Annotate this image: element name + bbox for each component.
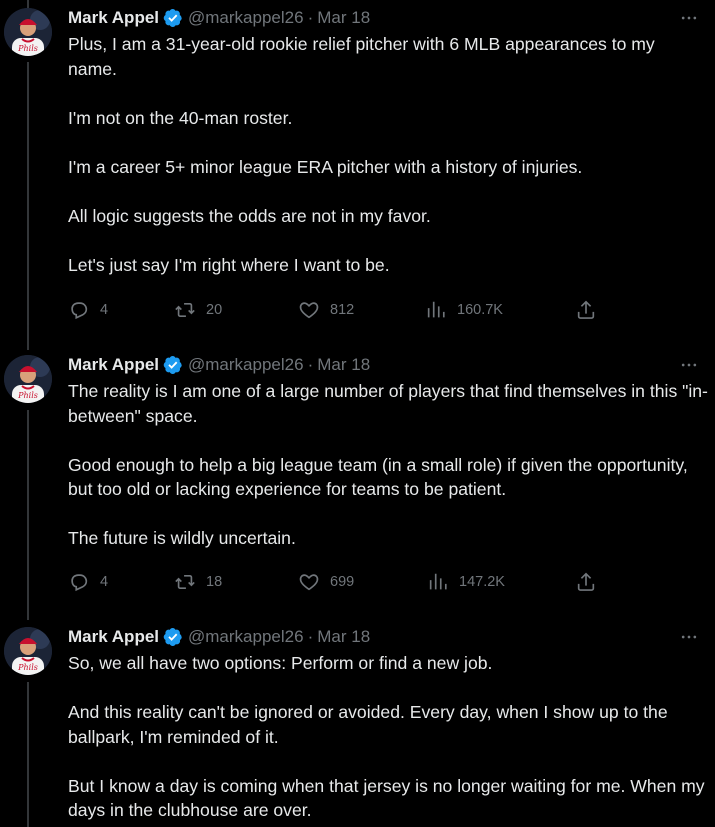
svg-text:Phils: Phils xyxy=(17,391,38,400)
action-bar: 4 20 812 160.7K xyxy=(68,298,608,322)
tweet-date[interactable]: Mar 18 xyxy=(317,8,370,28)
more-dots-icon[interactable] xyxy=(677,353,701,377)
author-handle[interactable]: @markappel26 xyxy=(188,8,304,28)
reply-icon xyxy=(71,574,88,592)
tweet-paragraph: The reality is I am one of a large numbe… xyxy=(68,381,708,426)
retweet-count: 18 xyxy=(206,574,223,590)
tweet-paragraph: Let's just say I'm right where I want to… xyxy=(68,254,390,275)
retweet-icon xyxy=(175,302,195,318)
tweet-text: Plus, I am a 31-year-old rookie relief p… xyxy=(68,32,708,277)
tweet[interactable]: Phils Mark Appel @markappel26 · Mar 18 S… xyxy=(0,627,715,827)
verified-badge-icon xyxy=(163,8,183,28)
reply-button[interactable]: 4 xyxy=(68,298,108,322)
retweet-button[interactable]: 18 xyxy=(174,570,222,594)
views-button[interactable]: 160.7K xyxy=(425,298,503,322)
reply-count: 4 xyxy=(100,574,109,590)
author-name[interactable]: Mark Appel xyxy=(68,8,159,28)
verified-badge-icon xyxy=(163,355,183,375)
tweet-header: Mark Appel @markappel26 · Mar 18 xyxy=(68,353,701,377)
author-name[interactable]: Mark Appel xyxy=(68,627,159,647)
tweet-paragraph: I'm a career 5+ minor league ERA pitcher… xyxy=(68,156,583,177)
tweet-paragraph: All logic suggests the odds are not in m… xyxy=(68,205,431,226)
retweet-button[interactable]: 20 xyxy=(174,298,222,322)
tweet-paragraph: The future is wildly uncertain. xyxy=(68,528,296,548)
like-button[interactable]: 699 xyxy=(298,570,354,594)
tweet-header: Mark Appel @markappel26 · Mar 18 xyxy=(68,6,701,30)
tweet-paragraph: I'm not on the 40-man roster. xyxy=(68,107,293,128)
heart-icon xyxy=(299,302,319,319)
author-handle[interactable]: @markappel26 xyxy=(188,627,304,647)
tweet-paragraph: Plus, I am a 31-year-old rookie relief p… xyxy=(68,34,655,79)
views-bar-chart-icon xyxy=(427,301,445,318)
svg-text:Phils: Phils xyxy=(17,44,38,53)
reply-count: 4 xyxy=(100,302,109,318)
tweet-date[interactable]: Mar 18 xyxy=(317,355,370,375)
heart-icon xyxy=(299,574,319,591)
retweet-icon xyxy=(175,574,195,590)
reply-icon xyxy=(71,302,88,320)
views-bar-chart-icon xyxy=(429,573,447,590)
retweet-count: 20 xyxy=(206,302,223,318)
more-dots-icon[interactable] xyxy=(677,6,701,30)
share-icon xyxy=(577,300,595,319)
views-button[interactable]: 147.2K xyxy=(427,570,505,594)
tweet-paragraph: And this reality can't be ignored or avo… xyxy=(68,702,668,747)
share-icon xyxy=(577,572,595,591)
tweet-paragraph: So, we all have two options: Perform or … xyxy=(68,653,493,673)
share-button[interactable] xyxy=(575,298,597,322)
avatar[interactable]: Phils xyxy=(4,355,52,403)
tweet-paragraph: Good enough to help a big league team (i… xyxy=(68,454,688,500)
separator-dot: · xyxy=(307,627,314,646)
tweet-text: So, we all have two options: Perform or … xyxy=(68,651,708,823)
svg-text:Phils: Phils xyxy=(17,663,38,672)
like-count: 699 xyxy=(330,574,355,590)
author-handle[interactable]: @markappel26 xyxy=(188,355,304,375)
view-count: 160.7K xyxy=(457,302,503,318)
tweet[interactable]: Phils Mark Appel @markappel26 · Mar 18 T… xyxy=(0,355,715,600)
share-button[interactable] xyxy=(575,570,597,594)
like-button[interactable]: 812 xyxy=(298,298,354,322)
view-count: 147.2K xyxy=(459,574,505,590)
tweet-paragraph: But I know a day is coming when that jer… xyxy=(68,775,705,821)
separator-dot: · xyxy=(307,8,314,27)
separator-dot: · xyxy=(307,355,314,374)
like-count: 812 xyxy=(330,302,355,318)
avatar[interactable]: Phils xyxy=(4,627,52,675)
tweet-date[interactable]: Mar 18 xyxy=(317,627,370,647)
avatar[interactable]: Phils xyxy=(4,8,52,56)
more-dots-icon[interactable] xyxy=(677,625,701,649)
author-name[interactable]: Mark Appel xyxy=(68,355,159,375)
tweet[interactable]: Phils Mark Appel @markappel26 · Mar 18 P… xyxy=(0,8,715,328)
reply-button[interactable]: 4 xyxy=(68,570,108,594)
tweet-text: The reality is I am one of a large numbe… xyxy=(68,379,708,551)
verified-badge-icon xyxy=(163,627,183,647)
tweet-header: Mark Appel @markappel26 · Mar 18 xyxy=(68,625,701,649)
action-bar: 4 18 699 147.2K xyxy=(68,570,608,594)
